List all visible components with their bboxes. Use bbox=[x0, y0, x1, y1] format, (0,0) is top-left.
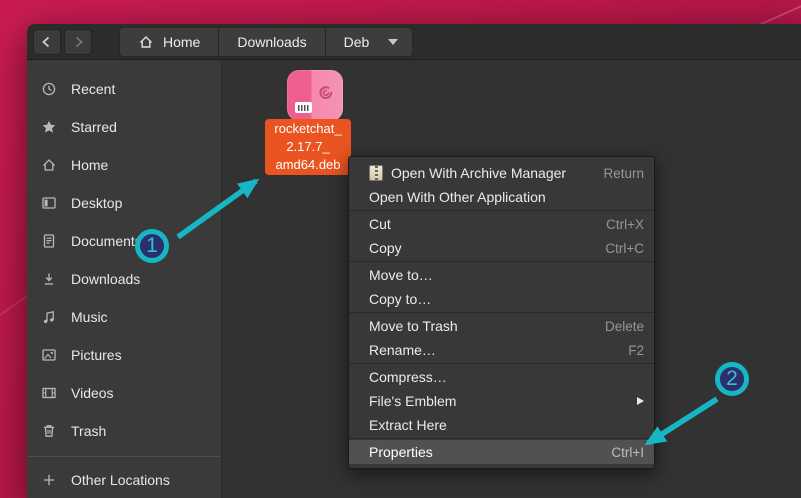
menu-item-copy-to[interactable]: Copy to… bbox=[349, 287, 654, 311]
file-name-line: amd64.deb bbox=[265, 156, 351, 174]
menu-item-rename[interactable]: Rename… F2 bbox=[349, 338, 654, 362]
pictures-icon bbox=[40, 347, 58, 363]
sidebar-item-label: Starred bbox=[71, 119, 117, 135]
menu-item-files-emblem[interactable]: File's Emblem bbox=[349, 389, 654, 413]
sidebar-item-other-locations[interactable]: Other Locations bbox=[27, 461, 221, 498]
sidebar-item-downloads[interactable]: Downloads bbox=[27, 260, 221, 298]
menu-item-accel: F2 bbox=[628, 343, 644, 358]
menu-item-accel: Ctrl+C bbox=[605, 241, 644, 256]
sidebar-item-trash[interactable]: Trash bbox=[27, 412, 221, 450]
deb-package-icon[interactable] bbox=[287, 70, 343, 121]
menu-item-accel: Ctrl+X bbox=[606, 217, 644, 232]
menu-item-label: Extract Here bbox=[369, 417, 447, 433]
menu-separator bbox=[349, 363, 654, 364]
sidebar-item-recent[interactable]: Recent bbox=[27, 70, 221, 108]
sidebar-item-pictures[interactable]: Pictures bbox=[27, 336, 221, 374]
file-name-line: 2.17.7_ bbox=[265, 138, 351, 156]
path-segment-downloads[interactable]: Downloads bbox=[219, 27, 325, 57]
star-icon bbox=[40, 119, 58, 135]
documents-icon bbox=[40, 233, 58, 249]
sidebar: Recent Starred Home Desktop bbox=[27, 60, 222, 498]
desktop-icon bbox=[40, 195, 58, 211]
sidebar-item-label: Documents bbox=[71, 233, 142, 249]
sidebar-item-label: Pictures bbox=[71, 347, 122, 363]
sidebar-item-desktop[interactable]: Desktop bbox=[27, 184, 221, 222]
menu-item-properties[interactable]: Properties Ctrl+I bbox=[349, 440, 654, 464]
menu-separator bbox=[349, 312, 654, 313]
menu-item-label: Copy bbox=[369, 240, 402, 256]
sidebar-item-videos[interactable]: Videos bbox=[27, 374, 221, 412]
menu-item-open-with-other-application[interactable]: Open With Other Application bbox=[349, 185, 654, 209]
menu-item-move-to-trash[interactable]: Move to Trash Delete bbox=[349, 314, 654, 338]
context-menu: Open With Archive Manager Return Open Wi… bbox=[348, 156, 655, 469]
menu-item-open-with-archive-manager[interactable]: Open With Archive Manager Return bbox=[349, 161, 654, 185]
path-segment-deb[interactable]: Deb bbox=[326, 27, 414, 57]
sidebar-item-label: Downloads bbox=[71, 271, 140, 287]
sidebar-item-label: Desktop bbox=[71, 195, 122, 211]
menu-item-copy[interactable]: Copy Ctrl+C bbox=[349, 236, 654, 260]
chevron-right-icon bbox=[70, 34, 86, 50]
caret-down-icon bbox=[388, 39, 398, 45]
home-icon bbox=[40, 157, 58, 173]
plus-icon bbox=[40, 472, 58, 488]
forward-button[interactable] bbox=[64, 29, 92, 55]
sidebar-divider bbox=[27, 456, 221, 457]
menu-item-label: Move to… bbox=[369, 267, 433, 283]
annotation-step-2-badge: 2 bbox=[715, 362, 749, 396]
path-segment-home[interactable]: Home bbox=[119, 27, 219, 57]
selected-file-name[interactable]: rocketchat_ 2.17.7_ amd64.deb bbox=[265, 119, 351, 175]
menu-item-accel: Delete bbox=[605, 319, 644, 334]
menu-item-accel: Ctrl+I bbox=[611, 445, 644, 460]
submenu-arrow-icon bbox=[637, 397, 644, 405]
sidebar-item-music[interactable]: Music bbox=[27, 298, 221, 336]
menu-item-label: Copy to… bbox=[369, 291, 431, 307]
menu-item-label: File's Emblem bbox=[369, 393, 456, 409]
menu-item-cut[interactable]: Cut Ctrl+X bbox=[349, 212, 654, 236]
path-segment-label: Deb bbox=[344, 34, 370, 50]
menu-item-move-to[interactable]: Move to… bbox=[349, 263, 654, 287]
menu-item-label: Compress… bbox=[369, 369, 447, 385]
menu-item-label: Open With Archive Manager bbox=[391, 165, 566, 181]
barcode-icon bbox=[295, 102, 312, 113]
menu-item-label: Open With Other Application bbox=[369, 189, 546, 205]
path-segment-label: Downloads bbox=[237, 34, 306, 50]
toolbar: Home Downloads Deb bbox=[27, 24, 801, 60]
recent-clock-icon bbox=[40, 81, 58, 97]
menu-item-label: Rename… bbox=[369, 342, 436, 358]
menu-item-compress[interactable]: Compress… bbox=[349, 365, 654, 389]
sidebar-item-label: Trash bbox=[71, 423, 106, 439]
sidebar-item-label: Music bbox=[71, 309, 108, 325]
menu-item-label: Cut bbox=[369, 216, 391, 232]
sidebar-item-label: Videos bbox=[71, 385, 114, 401]
sidebar-item-home[interactable]: Home bbox=[27, 146, 221, 184]
sidebar-item-documents[interactable]: Documents bbox=[27, 222, 221, 260]
sidebar-item-starred[interactable]: Starred bbox=[27, 108, 221, 146]
file-name-line: rocketchat_ bbox=[265, 120, 351, 138]
sidebar-item-label: Recent bbox=[71, 81, 115, 97]
sidebar-item-label: Home bbox=[71, 157, 108, 173]
menu-item-label: Move to Trash bbox=[369, 318, 458, 334]
archive-manager-icon bbox=[369, 165, 383, 181]
annotation-step-1-badge: 1 bbox=[135, 229, 169, 263]
path-bar: Home Downloads Deb bbox=[119, 27, 413, 57]
videos-icon bbox=[40, 385, 58, 401]
path-segment-label: Home bbox=[163, 34, 200, 50]
debian-swirl-icon bbox=[316, 83, 336, 103]
back-button[interactable] bbox=[33, 29, 61, 55]
menu-item-extract-here[interactable]: Extract Here bbox=[349, 413, 654, 437]
downloads-icon bbox=[40, 271, 58, 287]
menu-separator bbox=[349, 261, 654, 262]
menu-separator bbox=[349, 210, 654, 211]
home-icon bbox=[138, 34, 154, 50]
chevron-left-icon bbox=[39, 34, 55, 50]
music-note-icon bbox=[40, 309, 58, 325]
menu-item-accel: Return bbox=[603, 166, 644, 181]
menu-separator bbox=[349, 438, 654, 439]
annotation-step-number: 1 bbox=[146, 234, 158, 258]
sidebar-item-label: Other Locations bbox=[71, 472, 170, 488]
annotation-step-number: 2 bbox=[726, 367, 738, 391]
menu-item-label: Properties bbox=[369, 444, 433, 460]
trash-icon bbox=[40, 423, 58, 439]
